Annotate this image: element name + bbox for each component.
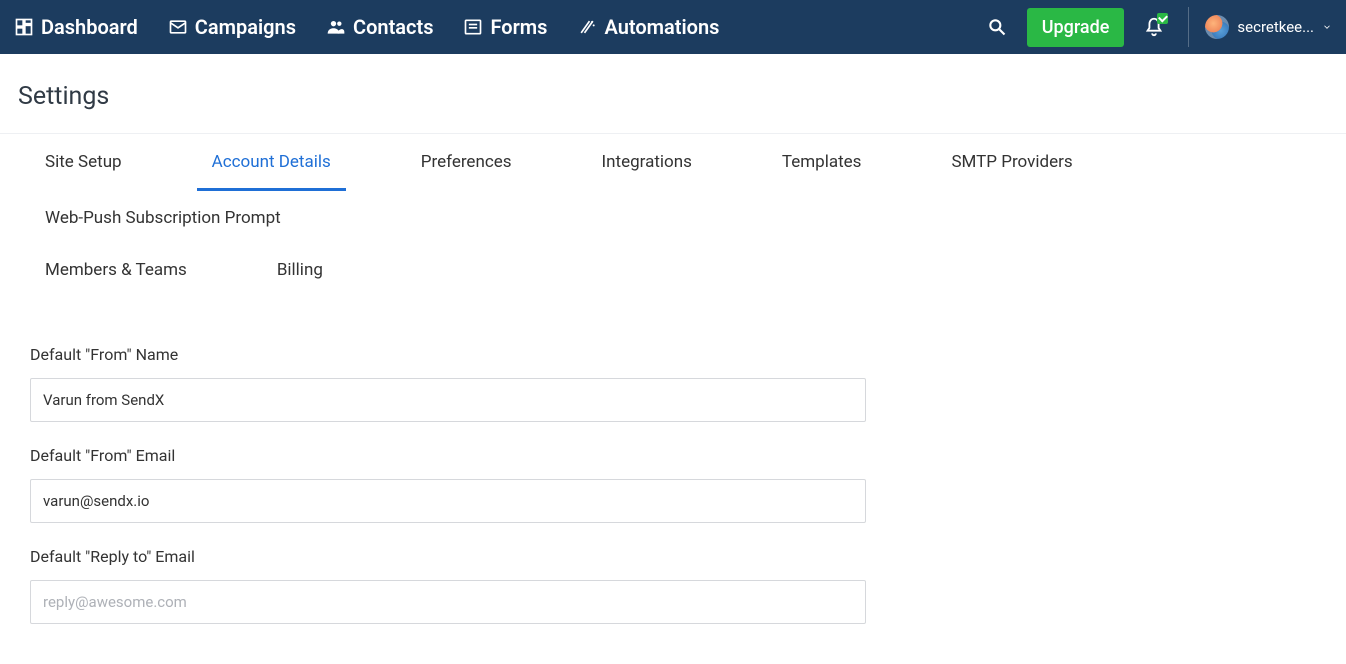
tab-account-details[interactable]: Account Details (197, 134, 346, 191)
from-email-input[interactable] (30, 479, 866, 523)
tab-site-setup[interactable]: Site Setup (30, 134, 137, 191)
avatar (1205, 15, 1229, 39)
nav-divider (1188, 7, 1189, 47)
nav-right: Upgrade secretkee... (979, 7, 1332, 47)
contacts-icon (326, 17, 346, 37)
user-menu[interactable]: secretkee... (1205, 15, 1332, 39)
form-group-from-name: Default "From" Name (30, 345, 870, 422)
from-email-label: Default "From" Email (30, 446, 870, 465)
tab-billing[interactable]: Billing (262, 246, 338, 297)
tab-preferences[interactable]: Preferences (406, 134, 527, 191)
notification-badge-icon (1157, 13, 1168, 24)
notifications-button[interactable] (1136, 9, 1172, 45)
nav-item-automations[interactable]: Automations (577, 15, 719, 39)
search-button[interactable] (979, 9, 1015, 45)
tab-smtp-providers[interactable]: SMTP Providers (936, 134, 1087, 191)
nav-item-label: Forms (490, 15, 547, 39)
mail-icon (168, 17, 188, 37)
nav-item-label: Contacts (353, 15, 433, 39)
top-nav: Dashboard Campaigns Contacts (0, 0, 1346, 54)
nav-item-contacts[interactable]: Contacts (326, 15, 433, 39)
nav-item-dashboard[interactable]: Dashboard (14, 15, 138, 39)
form-group-reply-to: Default "Reply to" Email (30, 547, 870, 624)
reply-to-input[interactable] (30, 580, 866, 624)
tab-templates[interactable]: Templates (767, 134, 877, 191)
page-title: Settings (18, 82, 1328, 111)
nav-item-label: Automations (604, 15, 719, 39)
upgrade-button[interactable]: Upgrade (1027, 8, 1125, 47)
nav-item-campaigns[interactable]: Campaigns (168, 15, 296, 39)
tab-integrations[interactable]: Integrations (587, 134, 707, 191)
nav-left: Dashboard Campaigns Contacts (14, 15, 719, 39)
reply-to-label: Default "Reply to" Email (30, 547, 870, 566)
automations-icon (577, 17, 597, 37)
tab-web-push-prompt[interactable]: Web-Push Subscription Prompt (30, 190, 296, 247)
nav-item-label: Campaigns (195, 15, 296, 39)
settings-tabs: Site Setup Account Details Preferences I… (0, 134, 1346, 297)
nav-item-forms[interactable]: Forms (463, 15, 547, 39)
search-icon (987, 17, 1007, 37)
page-header: Settings (0, 54, 1346, 134)
user-name: secretkee... (1237, 18, 1314, 36)
dashboard-icon (14, 17, 34, 37)
from-name-label: Default "From" Name (30, 345, 870, 364)
form-group-from-email: Default "From" Email (30, 446, 870, 523)
nav-item-label: Dashboard (41, 15, 138, 39)
from-name-input[interactable] (30, 378, 866, 422)
account-details-form: Default "From" Name Default "From" Email… (0, 297, 900, 664)
forms-icon (463, 17, 483, 37)
chevron-down-icon (1322, 22, 1332, 32)
tab-members-teams[interactable]: Members & Teams (30, 246, 202, 297)
